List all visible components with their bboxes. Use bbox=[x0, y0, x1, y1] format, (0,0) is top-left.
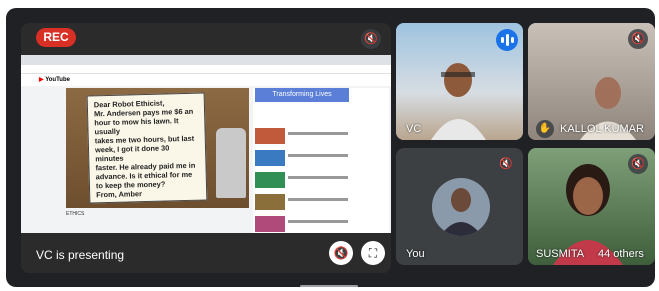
presentation-tile[interactable]: REC 🔇 ▶ YouTube Dear Robot Ethicist, Mr.… bbox=[21, 23, 391, 273]
recommended-title bbox=[288, 176, 348, 179]
participant-name: KALLOL KUMAR bbox=[560, 123, 644, 135]
others-count[interactable]: 44 others bbox=[598, 248, 644, 260]
participant-tile-you[interactable]: 🔇 You bbox=[396, 148, 523, 265]
recommended-title bbox=[288, 132, 348, 135]
recommended-title bbox=[288, 220, 348, 223]
youtube-header: ▶ YouTube bbox=[21, 74, 391, 86]
recommended-thumbnail bbox=[255, 150, 285, 166]
mute-presentation-button[interactable]: 🔇 bbox=[329, 241, 353, 265]
youtube-sidebar: Transforming Lives bbox=[253, 88, 389, 233]
browser-address-bar bbox=[21, 65, 391, 74]
avatar bbox=[432, 178, 490, 236]
fullscreen-button[interactable]: ⛶ bbox=[361, 241, 385, 265]
ad-banner: Transforming Lives bbox=[255, 88, 349, 102]
speaking-icon bbox=[496, 29, 518, 51]
mic-off-icon: 🔇 bbox=[628, 154, 648, 174]
recommended-thumbnail bbox=[255, 216, 285, 232]
video-title: ETHICS bbox=[66, 211, 85, 217]
mic-off-icon: 🔇 bbox=[333, 246, 349, 260]
recording-badge: REC bbox=[36, 28, 76, 47]
mic-off-icon: 🔇 bbox=[496, 154, 516, 174]
participant-name: SUSMITA bbox=[536, 248, 585, 260]
ethics-letter: Dear Robot Ethicist, Mr. Andersen pays m… bbox=[86, 92, 208, 204]
recommended-thumbnail bbox=[255, 172, 285, 188]
recommended-thumbnail bbox=[255, 128, 285, 144]
raised-hand-icon: ✋ bbox=[536, 120, 554, 138]
shared-browser-window: ▶ YouTube Dear Robot Ethicist, Mr. Ander… bbox=[21, 55, 391, 233]
browser-tab-bar bbox=[21, 55, 391, 65]
participant-tile-susmita[interactable]: 🔇 SUSMITA 44 others bbox=[528, 148, 655, 265]
video-player: Dear Robot Ethicist, Mr. Andersen pays m… bbox=[66, 88, 249, 208]
participant-tile-vc[interactable]: VC bbox=[396, 23, 523, 140]
fullscreen-icon: ⛶ bbox=[368, 246, 378, 260]
participant-figure bbox=[431, 63, 486, 140]
participant-tile-kallol[interactable]: 🔇 ✋ KALLOL KUMAR bbox=[528, 23, 655, 140]
presentation-footer: VC is presenting 🔇 ⛶ bbox=[21, 233, 391, 273]
recommended-title bbox=[288, 198, 348, 201]
mic-off-icon: 🔇 bbox=[361, 29, 381, 49]
home-indicator bbox=[300, 285, 358, 287]
mic-off-icon: 🔇 bbox=[628, 29, 648, 49]
robot-figure bbox=[216, 128, 246, 198]
youtube-logo: ▶ YouTube bbox=[39, 77, 70, 83]
recommended-title bbox=[288, 154, 348, 157]
meet-screen: REC 🔇 ▶ YouTube Dear Robot Ethicist, Mr.… bbox=[6, 8, 655, 287]
participant-name: You bbox=[406, 248, 425, 260]
presenter-label: VC is presenting bbox=[36, 248, 125, 262]
participant-name: VC bbox=[406, 123, 422, 135]
recommended-thumbnail bbox=[255, 194, 285, 210]
note-line: From, Amber bbox=[96, 189, 143, 200]
